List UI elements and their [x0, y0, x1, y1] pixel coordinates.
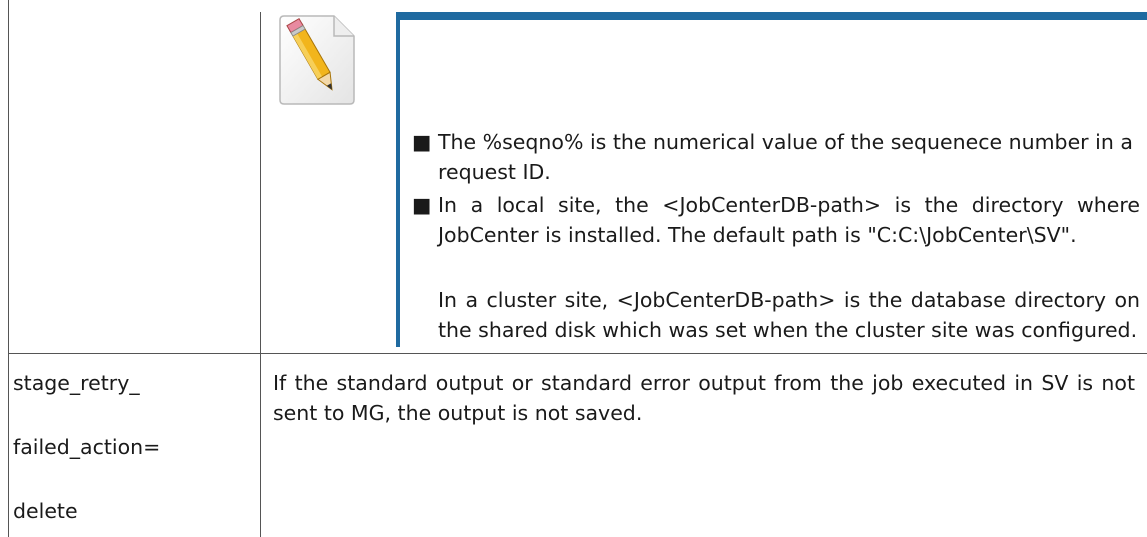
note-paragraph-cluster-site: In a cluster site, <JobCenterDB-path> is…	[438, 288, 1140, 342]
parameter-name-line: failed_action=	[13, 435, 161, 459]
parameter-name-line: stage_retry_	[13, 371, 140, 395]
note-left-bar	[396, 12, 400, 347]
bullet-square-icon: ■	[412, 193, 432, 217]
note-bullet-seqno: ■ The %seqno% is the numerical value of …	[412, 127, 1140, 187]
pencil-note-icon	[279, 15, 355, 105]
note-bullet-text: In a local site, the <JobCenterDB-path> …	[438, 193, 1140, 247]
parameter-description: If the standard output or standard error…	[273, 371, 1135, 425]
note-top-bar	[396, 12, 1147, 20]
bullet-square-icon: ■	[412, 130, 432, 154]
table-row-divider	[8, 353, 1147, 354]
table-column-divider	[260, 12, 261, 537]
note-bullet-text: The %seqno% is the numerical value of th…	[438, 130, 1133, 184]
note-bullet-local-site: ■ In a local site, the <JobCenterDB-path…	[412, 190, 1140, 250]
table-left-border	[8, 0, 9, 537]
parameter-name-line: delete	[13, 499, 78, 523]
